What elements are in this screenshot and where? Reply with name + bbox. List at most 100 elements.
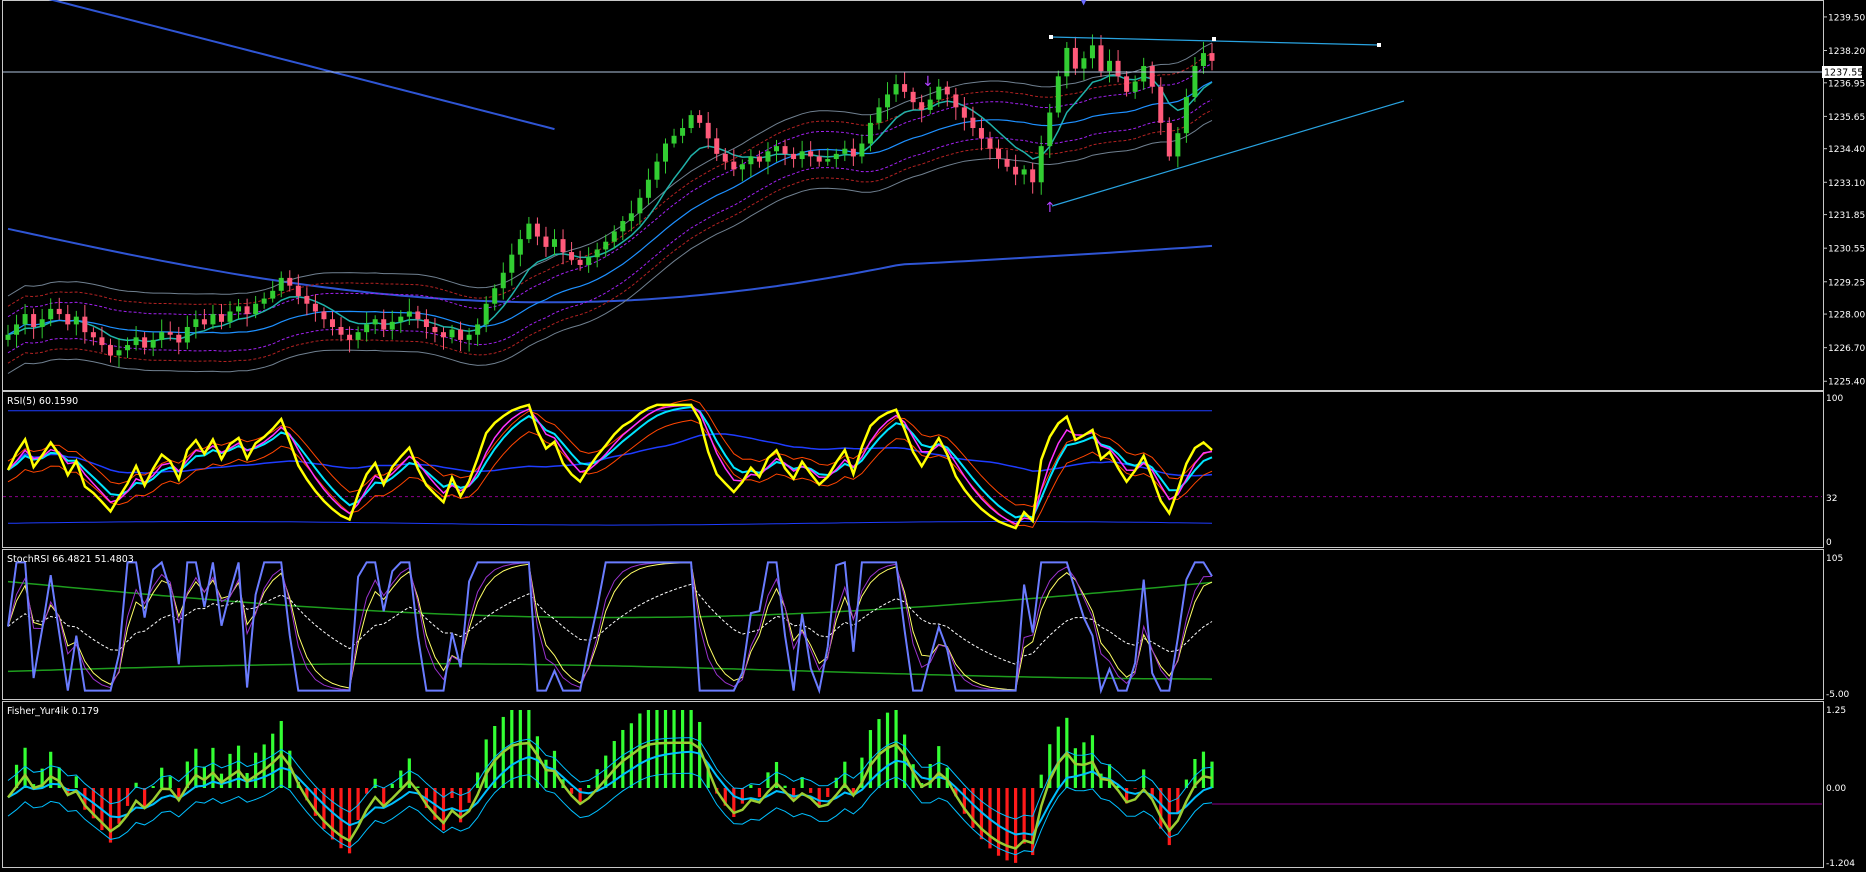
bull-candle xyxy=(663,143,669,162)
bull-candle xyxy=(526,223,532,240)
bull-candle xyxy=(449,329,455,338)
price-axis-label: 1236.95 xyxy=(1828,79,1865,89)
chart-canvas[interactable]: 1237.55 ↓ ↑ ▼ 1239.50 1238.20 1236.95 1235.… xyxy=(0,0,1866,869)
fisher-positive-bar xyxy=(1056,726,1060,788)
bear-candle xyxy=(338,326,344,335)
bull-candle xyxy=(688,115,694,129)
bull-candle xyxy=(645,179,651,198)
bear-candle xyxy=(1004,159,1010,167)
bull-candle xyxy=(492,288,498,304)
bull-candle xyxy=(1081,58,1087,69)
bull-candle xyxy=(398,316,404,322)
fisher-axis-zero: 0.00 xyxy=(1826,784,1846,794)
bull-candle xyxy=(406,311,412,317)
bear-candle xyxy=(902,84,908,92)
bear-candle xyxy=(731,161,737,170)
bull-candle xyxy=(551,239,557,247)
fisher-negative-bar xyxy=(757,788,762,798)
fisher-positive-bar xyxy=(689,710,693,788)
fisher-positive-bar xyxy=(655,710,659,788)
bear-candle xyxy=(415,311,421,320)
fisher-axis-max: 1.25 xyxy=(1826,706,1846,716)
fisher-positive-bar xyxy=(894,710,898,788)
bear-candle xyxy=(970,117,976,129)
bull-candle xyxy=(509,254,515,273)
price-axis-label: 1230.55 xyxy=(1828,245,1865,255)
bull-candle xyxy=(748,156,754,165)
bull-candle xyxy=(1055,76,1061,113)
bear-candle xyxy=(201,319,207,325)
fisher-negative-bar xyxy=(1014,788,1018,863)
trendline-handle[interactable] xyxy=(1212,37,1216,41)
bull-candle xyxy=(774,146,780,152)
fisher-negative-bar xyxy=(791,788,796,800)
price-axis-label: 1226.70 xyxy=(1828,344,1865,354)
fisher-positive-bar xyxy=(1107,764,1112,788)
bull-candle xyxy=(236,306,242,312)
bull-candle xyxy=(1021,169,1027,175)
bear-candle xyxy=(440,332,446,338)
bull-candle xyxy=(210,314,216,325)
bear-candle xyxy=(90,332,96,338)
bear-candle xyxy=(321,311,327,320)
bear-candle xyxy=(1166,122,1172,157)
price-axis-label: 1229.25 xyxy=(1828,278,1865,288)
bear-candle xyxy=(423,319,429,327)
fractal-down-arrow-icon: ↓ xyxy=(922,74,934,90)
bull-candle xyxy=(193,319,199,327)
bull-candle xyxy=(842,148,848,154)
bear-candle xyxy=(705,122,711,139)
fisher-positive-bar xyxy=(766,772,770,788)
bear-candle xyxy=(944,86,950,95)
bull-candle xyxy=(389,321,395,330)
bear-candle xyxy=(381,319,387,330)
trendline-handle[interactable] xyxy=(1049,35,1053,39)
bull-candle xyxy=(876,107,882,123)
bull-candle xyxy=(517,239,523,255)
fisher-positive-bar xyxy=(484,739,488,788)
bull-candle xyxy=(799,151,805,160)
bull-candle xyxy=(48,308,54,320)
bear-candle xyxy=(304,295,310,304)
price-axis-label: 1233.10 xyxy=(1828,179,1865,189)
fisher-negative-bar xyxy=(1133,788,1137,789)
bear-candle xyxy=(312,303,318,312)
fisher-positive-bar xyxy=(254,752,258,788)
stoch-axis-105: 105 xyxy=(1826,554,1843,564)
bull-candle xyxy=(116,350,122,356)
bear-candle xyxy=(961,107,967,118)
fisher-positive-bar xyxy=(937,746,941,788)
bear-candle xyxy=(1115,60,1121,77)
fisher-positive-bar xyxy=(390,783,394,788)
bear-candle xyxy=(432,326,438,333)
bear-candle xyxy=(107,345,113,356)
bull-candle xyxy=(637,197,643,214)
bear-candle xyxy=(218,314,224,322)
bull-candle xyxy=(1089,45,1095,59)
bear-candle xyxy=(996,148,1002,160)
bear-candle xyxy=(978,128,984,139)
bull-candle xyxy=(22,314,28,325)
fisher-positive-bar xyxy=(595,769,599,788)
bear-candle xyxy=(987,138,993,149)
bear-candle xyxy=(1209,53,1215,61)
bull-candle xyxy=(680,128,686,136)
bear-candle xyxy=(287,277,293,286)
fisher-positive-bar xyxy=(74,776,78,788)
fisher-positive-bar xyxy=(1142,769,1146,788)
bear-candle xyxy=(1149,66,1155,87)
bear-candle xyxy=(808,151,814,157)
trendline-handle[interactable] xyxy=(1377,43,1381,47)
fisher-positive-bar xyxy=(416,786,420,788)
bull-candle xyxy=(372,319,378,325)
bear-candle xyxy=(65,314,71,325)
price-axis-label: 1239.50 xyxy=(1828,13,1865,23)
bear-candle xyxy=(850,148,856,157)
bear-candle xyxy=(791,153,797,160)
bear-candle xyxy=(167,332,173,335)
bull-candle xyxy=(1047,112,1053,147)
fisher-positive-bar xyxy=(604,755,608,788)
bull-candle xyxy=(1175,133,1181,157)
fisher-positive-bar xyxy=(672,710,676,788)
bear-candle xyxy=(142,337,148,348)
